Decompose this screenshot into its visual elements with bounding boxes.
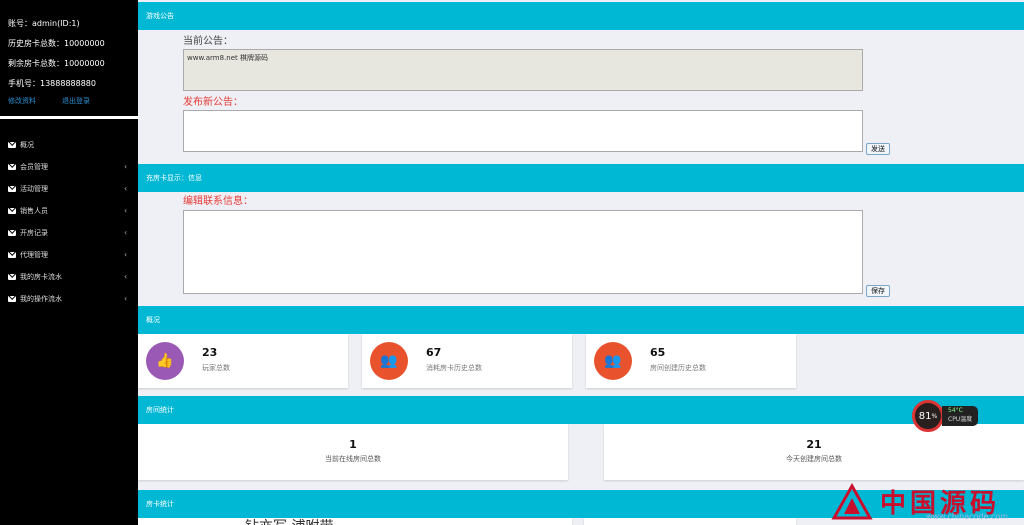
sidebar-menu: 概况 会员管理 ‹ 活动管理 ‹ 销售人员 ‹ 开房记录 ‹ 代理管理 ‹ 我的房卡流水 ‹… [0,134,138,310]
sidebar-item-label: 会员管理 [20,163,48,171]
cpu-temp-widget[interactable]: 81% 54°C CPU温度 [912,400,978,432]
chevron-left-icon: ‹ [124,162,128,171]
watermark: 中国源码 www.chinacode.com [830,478,1024,525]
edit-contact-label: 编辑联系信息： [183,196,253,207]
chevron-left-icon: ‹ [124,250,128,259]
new-announcement-input[interactable] [183,110,863,152]
users-icon: 👥 [370,342,408,380]
sidebar-item-overview[interactable]: 概况 [0,134,138,156]
chevron-left-icon: ‹ [124,184,128,193]
current-announcement-field[interactable]: www.arm8.net 棋牌源码 [183,49,863,91]
contact-info-input[interactable] [183,210,863,294]
remaining-cards-text: 剩余房卡总数：10000000 [8,59,105,68]
stat-card-cards-consumed: 👥 67 消耗房卡历史总数 [362,334,572,388]
card-stats-card [138,518,572,525]
chevron-left-icon: ‹ [124,206,128,215]
main-content: 游戏公告 当前公告： www.arm8.net 棋牌源码 发布新公告： 发送 充… [138,0,1024,525]
envelope-icon [8,274,16,280]
online-rooms-label: 当前在线房间总数 [325,455,381,463]
chevron-left-icon: ‹ [124,228,128,237]
stat-card-players: 👍 23 玩家总数 [138,334,348,388]
sidebar-item-label: 开房记录 [20,229,48,237]
account-text: 账号：admin(ID:1) [8,19,80,28]
announcement-header: 游戏公告 [138,2,1024,30]
sidebar-item-room-records[interactable]: 开房记录 ‹ [0,222,138,244]
envelope-icon [8,230,16,236]
save-button[interactable]: 保存 [866,285,890,297]
sidebar: 账号：admin(ID:1) 历史房卡总数：10000000 剩余房卡总数：10… [0,0,138,525]
card-stats-card [584,518,796,525]
cpu-percent: 81 [918,410,932,422]
users-icon: 👥 [594,342,632,380]
stat-value: 67 [426,346,442,359]
today-rooms-card: 21 今天创建房间总数 [604,424,1024,480]
envelope-icon [8,186,16,192]
stat-label: 房间创建历史总数 [650,364,706,372]
envelope-icon [8,142,16,148]
sidebar-item-activities[interactable]: 活动管理 ‹ [0,178,138,200]
sidebar-item-card-flow[interactable]: 我的房卡流水 ‹ [0,266,138,288]
sidebar-item-operation-flow[interactable]: 我的操作流水 ‹ [0,288,138,310]
sidebar-item-label: 代理管理 [20,251,48,259]
envelope-icon [8,252,16,258]
stat-label: 玩家总数 [202,364,230,372]
today-rooms-value: 21 [806,438,822,451]
sidebar-item-label: 我的房卡流水 [20,273,62,281]
online-rooms-value: 1 [349,438,357,451]
logout-link[interactable]: 退出登录 [62,94,90,108]
overview-header: 概况 [138,306,1024,334]
sidebar-divider [0,116,138,119]
chevron-left-icon: ‹ [124,294,128,303]
stat-value: 23 [202,346,218,359]
cpu-percent-sign: % [931,412,938,420]
envelope-icon [8,208,16,214]
sidebar-item-label: 销售人员 [20,207,48,215]
cpu-temp-value: 54°C [948,407,963,414]
user-info: 账号：admin(ID:1) 历史房卡总数：10000000 剩余房卡总数：10… [0,0,138,108]
thumbs-up-icon: 👍 [146,342,184,380]
watermark-url: www.chinacode.com [926,512,1009,521]
edit-profile-link[interactable]: 修改资料 [8,94,36,108]
sidebar-item-label: 我的操作流水 [20,295,62,303]
sidebar-item-agents[interactable]: 代理管理 ‹ [0,244,138,266]
new-announcement-label: 发布新公告： [183,97,243,108]
envelope-icon [8,296,16,302]
stat-card-rooms-created: 👥 65 房间创建历史总数 [586,334,796,388]
stat-value: 65 [650,346,666,359]
cpu-info: 54°C CPU温度 [942,406,978,426]
sidebar-item-label: 活动管理 [20,185,48,193]
today-rooms-label: 今天创建房间总数 [786,455,842,463]
room-stats-header: 房间统计 [138,396,1024,424]
recharge-header: 充房卡显示：信息 [138,164,1024,192]
stat-label: 消耗房卡历史总数 [426,364,482,372]
cpu-temp-label: CPU温度 [948,416,973,423]
watermark-logo-icon [831,482,873,519]
sidebar-item-members[interactable]: 会员管理 ‹ [0,156,138,178]
cpu-usage-ring: 81% [912,400,944,432]
chevron-left-icon: ‹ [124,272,128,281]
card-stats-partial-text: 钻亦写 浦咐带 [245,516,333,525]
current-announcement-label: 当前公告： [183,36,233,47]
envelope-icon [8,164,16,170]
phone-text: 手机号：13888888880 [8,79,96,88]
send-button[interactable]: 发送 [866,143,890,155]
online-rooms-card: 1 当前在线房间总数 [138,424,568,480]
history-cards-text: 历史房卡总数：10000000 [8,39,105,48]
sidebar-item-sales[interactable]: 销售人员 ‹ [0,200,138,222]
sidebar-item-label: 概况 [20,141,34,149]
